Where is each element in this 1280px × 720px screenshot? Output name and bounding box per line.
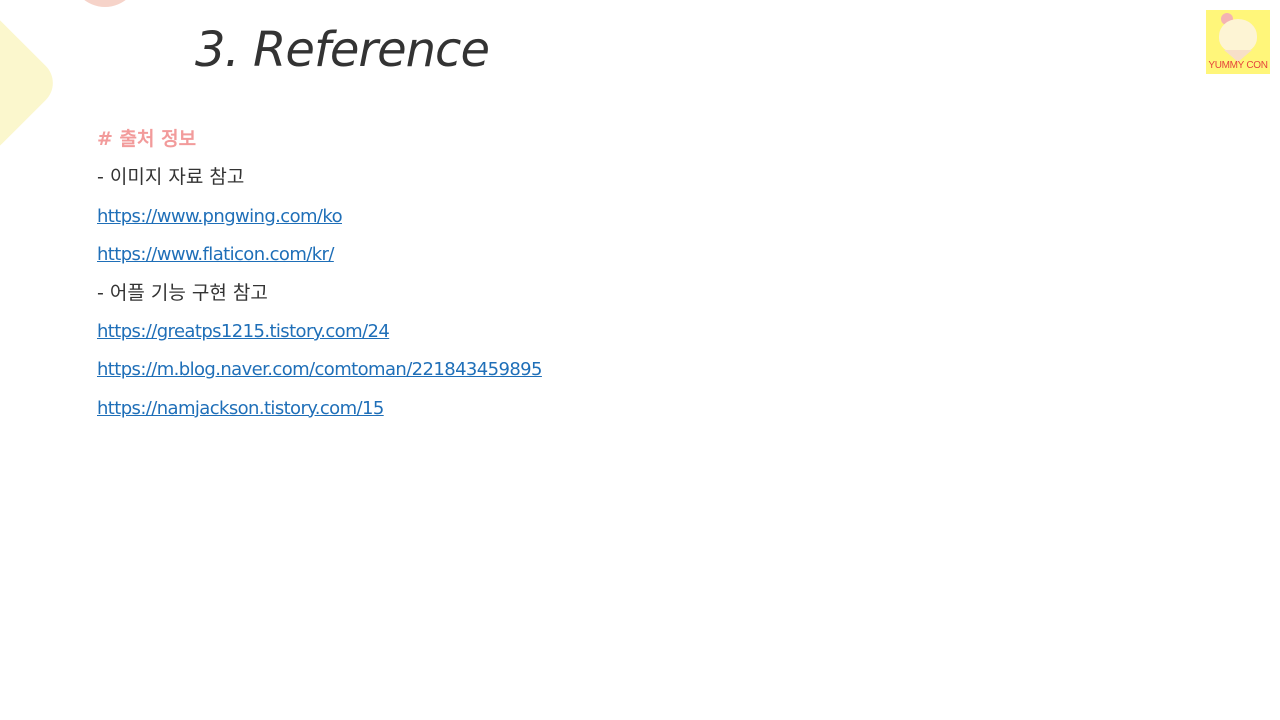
reference-link-naver-blog[interactable]: https://m.blog.naver.com/comtoman/221843… <box>97 359 542 380</box>
reference-link-namjackson[interactable]: https://namjackson.tistory.com/15 <box>97 398 384 419</box>
app-reference-label: - 어플 기능 구현 참고 <box>97 281 268 304</box>
image-reference-label: - 이미지 자료 참고 <box>97 166 245 189</box>
ice-cream-icon <box>1219 19 1257 53</box>
reference-link-flaticon[interactable]: https://www.flaticon.com/kr/ <box>97 244 334 265</box>
source-heading: # 출처 정보 <box>97 128 197 150</box>
logo-label: YUMMY CON <box>1208 60 1268 71</box>
yummy-con-logo: YUMMY CON <box>1206 10 1270 74</box>
reference-link-pngwing[interactable]: https://www.pngwing.com/ko <box>97 206 343 227</box>
slide: 3. Reference YUMMY CON # 출처 정보 - 이미지 자료 … <box>0 0 1280 720</box>
reference-list: # 출처 정보 - 이미지 자료 참고 https://www.pngwing.… <box>97 126 997 433</box>
decorative-yellow-shape <box>0 0 60 170</box>
slide-title: 3. Reference <box>195 22 490 78</box>
reference-link-greatps[interactable]: https://greatps1215.tistory.com/24 <box>97 321 390 342</box>
